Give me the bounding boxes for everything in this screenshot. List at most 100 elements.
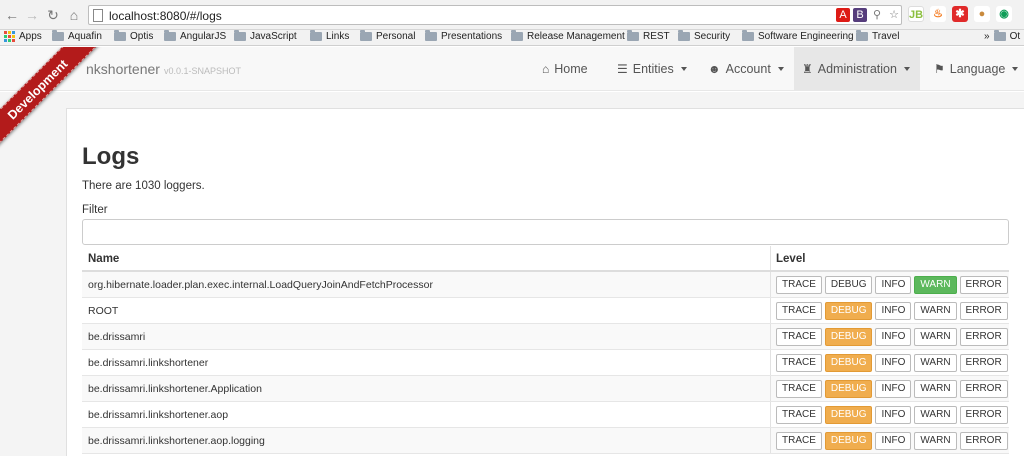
logger-name: be.drissamri.linkshortener.aop.logging — [88, 435, 265, 447]
level-debug-button[interactable]: DEBUG — [824, 354, 873, 372]
column-divider — [770, 402, 771, 427]
level-trace-button[interactable]: TRACE — [776, 354, 822, 372]
level-info-button[interactable]: INFO — [875, 276, 912, 294]
bookmark-software-engineering[interactable]: Software Engineering — [742, 30, 854, 42]
bookmark-release-management[interactable]: Release Management — [511, 30, 625, 42]
level-info-button[interactable]: INFO — [875, 302, 912, 320]
level-trace-button[interactable]: TRACE — [776, 276, 822, 294]
back-arrow-icon[interactable]: ← — [4, 7, 20, 23]
level-info-button[interactable]: INFO — [875, 380, 912, 398]
level-error-button[interactable]: ERROR — [959, 302, 1008, 320]
bookmark-rest[interactable]: REST — [627, 30, 670, 42]
table-body: org.hibernate.loader.plan.exec.internal.… — [82, 272, 1009, 454]
level-info-button[interactable]: INFO — [875, 432, 912, 450]
level-button-group: TRACE DEBUG INFO WARN ERROR — [776, 276, 1008, 294]
address-bar[interactable]: localhost:8080/#/logs A B ⚲ ☆ — [88, 5, 902, 25]
jetbrains-extension-icon[interactable]: JB — [908, 6, 924, 22]
column-divider — [770, 350, 771, 375]
caret-down-icon — [680, 67, 687, 71]
logger-name: ROOT — [88, 305, 119, 317]
folder-icon — [360, 30, 372, 41]
nav-language[interactable]: ⚑ Language — [926, 47, 1024, 91]
bootstrap-extension-icon[interactable]: B — [853, 8, 867, 22]
nav-entities[interactable]: ☰ Entities — [609, 47, 695, 91]
folder-icon — [310, 30, 322, 41]
level-error-button[interactable]: ERROR — [959, 276, 1008, 294]
logger-name: be.drissamri.linkshortener.Application — [88, 383, 262, 395]
level-error-button[interactable]: ERROR — [959, 432, 1008, 450]
loggers-table: Name Level org.hibernate.loader.plan.exe… — [82, 246, 1009, 454]
level-debug-button[interactable]: DEBUG — [824, 302, 873, 320]
bookmark-apps[interactable]: Apps — [4, 31, 42, 42]
nav-home[interactable]: ⌂ Home — [534, 47, 596, 91]
forward-arrow-icon[interactable]: → — [24, 7, 40, 23]
zoom-icon[interactable]: ⚲ — [870, 8, 884, 22]
level-info-button[interactable]: INFO — [875, 406, 912, 424]
level-trace-button[interactable]: TRACE — [776, 302, 822, 320]
folder-icon — [993, 30, 1006, 41]
user-icon: ☻ — [708, 62, 721, 76]
apps-grid-icon — [4, 31, 15, 42]
filter-input[interactable] — [82, 219, 1009, 245]
folder-icon — [164, 30, 176, 41]
bookmark-star-icon[interactable]: ☆ — [887, 8, 901, 22]
hangouts-extension-icon[interactable]: ◉ — [996, 6, 1012, 22]
level-warn-button[interactable]: WARN — [914, 328, 957, 346]
level-warn-button[interactable]: WARN — [914, 302, 957, 320]
home-icon: ⌂ — [542, 62, 550, 76]
level-info-button[interactable]: INFO — [875, 328, 912, 346]
level-error-button[interactable]: ERROR — [959, 380, 1008, 398]
level-warn-button[interactable]: WARN — [914, 354, 957, 372]
home-browser-icon[interactable]: ⌂ — [66, 7, 82, 23]
bookmark-security[interactable]: Security — [678, 30, 730, 42]
folder-icon — [742, 30, 754, 41]
bookmarks-bar: Apps Aquafin Optis AngularJS JavaScript … — [0, 30, 1024, 46]
logger-name: be.drissamri.linkshortener.aop — [88, 409, 229, 421]
bookmark-presentations[interactable]: Presentations — [425, 30, 502, 42]
level-trace-button[interactable]: TRACE — [776, 380, 822, 398]
caret-down-icon — [1012, 67, 1019, 71]
level-debug-button[interactable]: DEBUG — [824, 380, 873, 398]
tower-icon: ♜ — [802, 62, 813, 76]
bookmarks-overflow[interactable]: » Ot — [984, 30, 1020, 42]
bookmark-optis[interactable]: Optis — [114, 30, 153, 42]
table-row: ROOT TRACE DEBUG INFO WARN ERROR — [82, 298, 1009, 324]
level-error-button[interactable]: ERROR — [959, 406, 1008, 424]
level-warn-button[interactable]: WARN — [914, 276, 957, 294]
column-divider — [770, 376, 771, 401]
flag-icon: ⚑ — [934, 62, 945, 76]
folder-icon — [511, 30, 523, 41]
bookmark-travel[interactable]: Travel — [856, 30, 899, 42]
level-error-button[interactable]: ERROR — [959, 328, 1008, 346]
fire-extension-icon[interactable]: ♨ — [930, 6, 946, 22]
list-icon: ☰ — [617, 62, 628, 76]
bookmark-angularjs[interactable]: AngularJS — [164, 30, 226, 42]
caret-down-icon — [903, 67, 910, 71]
nav-account[interactable]: ☻ Account — [700, 47, 792, 91]
level-trace-button[interactable]: TRACE — [776, 432, 822, 450]
cookie-extension-icon[interactable]: ● — [974, 6, 990, 22]
level-trace-button[interactable]: TRACE — [776, 406, 822, 424]
level-debug-button[interactable]: DEBUG — [824, 432, 873, 450]
level-button-group: TRACE DEBUG INFO WARN ERROR — [776, 406, 1008, 424]
reload-icon[interactable]: ↻ — [45, 7, 61, 23]
level-info-button[interactable]: INFO — [875, 354, 912, 372]
folder-icon — [425, 30, 437, 41]
level-debug-button[interactable]: DEBUG — [824, 276, 873, 294]
bookmark-links[interactable]: Links — [310, 30, 349, 42]
bookmark-aquafin[interactable]: Aquafin — [52, 30, 102, 42]
level-error-button[interactable]: ERROR — [959, 354, 1008, 372]
angular-extension-icon[interactable]: A — [836, 8, 850, 22]
level-debug-button[interactable]: DEBUG — [824, 328, 873, 346]
nav-administration[interactable]: ♜ Administration — [794, 47, 920, 91]
bookmark-javascript[interactable]: JavaScript — [234, 30, 297, 42]
level-warn-button[interactable]: WARN — [914, 406, 957, 424]
red-extension-icon[interactable]: ✱ — [952, 6, 968, 22]
level-debug-button[interactable]: DEBUG — [824, 406, 873, 424]
column-divider — [770, 272, 771, 297]
app-version: v0.0.1-SNAPSHOT — [163, 66, 241, 76]
level-warn-button[interactable]: WARN — [914, 380, 957, 398]
bookmark-personal[interactable]: Personal — [360, 30, 415, 42]
level-warn-button[interactable]: WARN — [914, 432, 957, 450]
level-trace-button[interactable]: TRACE — [776, 328, 822, 346]
